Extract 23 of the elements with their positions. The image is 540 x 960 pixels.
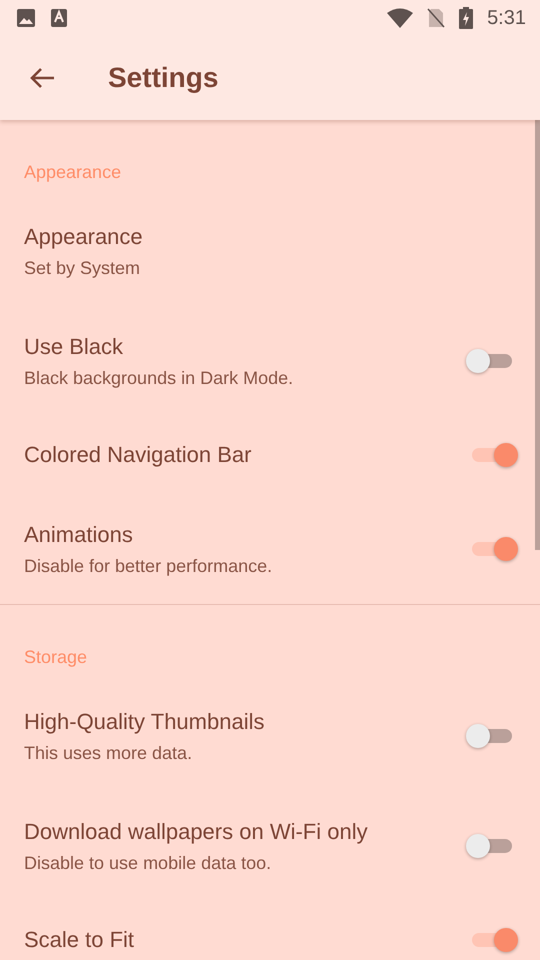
- setting-summary: Black backgrounds in Dark Mode.: [24, 366, 294, 390]
- setting-summary: Disable for better performance.: [24, 554, 274, 578]
- setting-title: Download wallpapers on Wi-Fi only: [24, 818, 369, 846]
- section-header: Storage: [23, 646, 88, 669]
- battery-icon: [459, 7, 474, 29]
- setting-title: Appearance: [24, 222, 144, 250]
- wifi-icon: [387, 8, 414, 28]
- scrollbar[interactable]: [535, 120, 540, 550]
- setting-title: High-Quality Thumbnails: [24, 708, 266, 736]
- setting-summary: Disable to use mobile data too.: [24, 852, 272, 874]
- setting-title: Scale to Fit: [24, 926, 136, 954]
- status-time: 5:31: [487, 6, 526, 30]
- keyboard-icon: [50, 8, 68, 28]
- setting-summary: This uses more data.: [24, 742, 194, 764]
- setting-summary: Set by System: [24, 256, 142, 280]
- setting-title: Colored Navigation Bar: [24, 441, 252, 469]
- image-icon: [16, 8, 36, 28]
- setting-title: Animations: [24, 520, 134, 548]
- setting-title: Use Black: [24, 332, 124, 360]
- section-header: Appearance: [23, 161, 122, 184]
- screen-title: Settings: [108, 62, 218, 94]
- no-sim-icon: [427, 8, 446, 28]
- back-arrow-icon: [29, 67, 55, 89]
